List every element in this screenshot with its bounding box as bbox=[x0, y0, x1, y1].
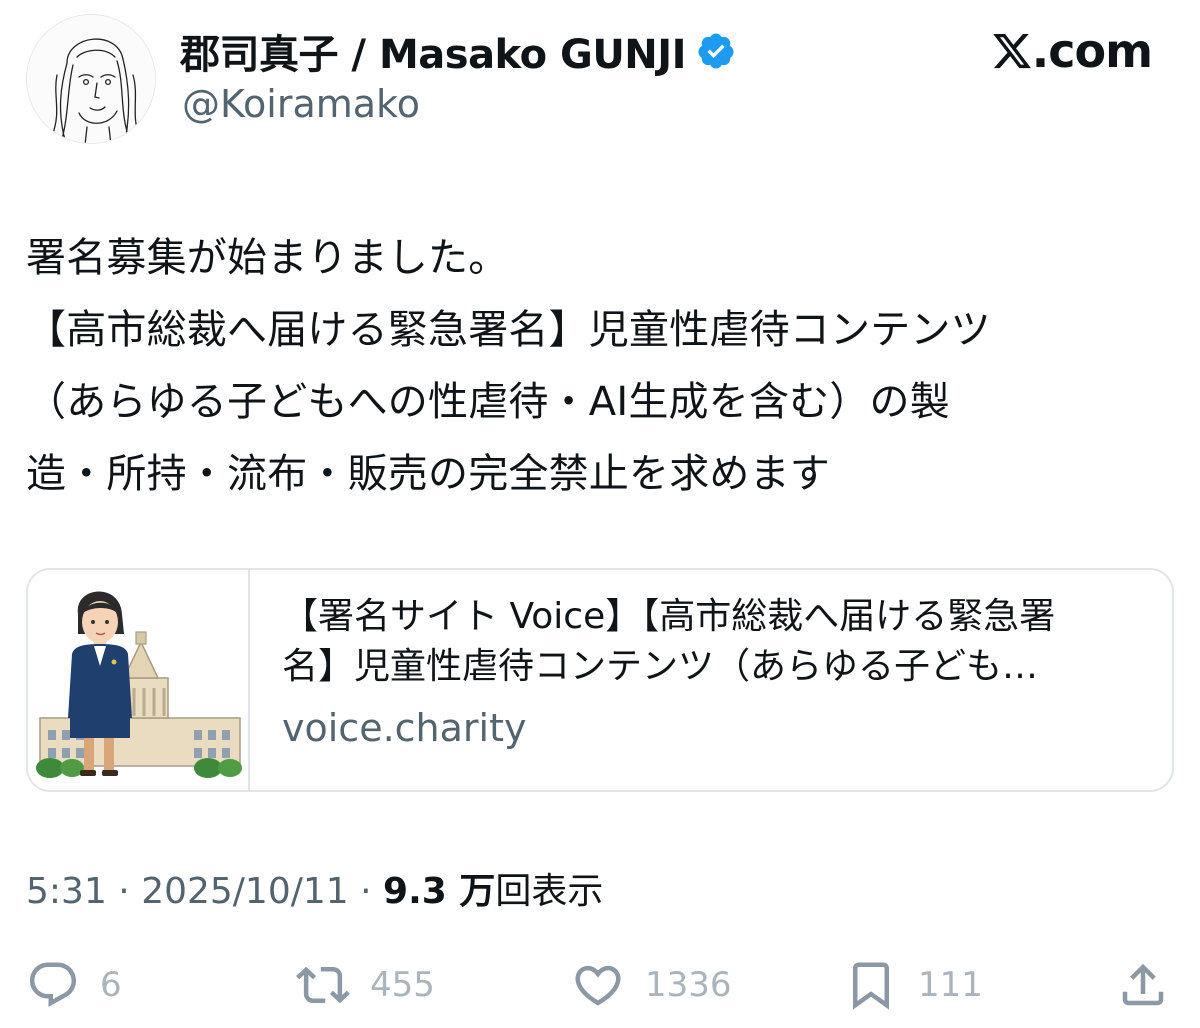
link-card-body[interactable]: 【署名サイト Voice】【高市総裁へ届ける緊急署 名】児童性虐待コンテンツ（あ… bbox=[250, 570, 1172, 790]
politician-parliament-illustration-icon bbox=[36, 591, 242, 778]
retweet-icon bbox=[296, 966, 350, 1004]
bookmark-button[interactable]: 111 bbox=[844, 958, 983, 1012]
tweet-text-line: 【高市総裁へ届ける緊急署名】児童性虐待コンテンツ bbox=[26, 307, 991, 353]
tweet-date[interactable]: 2025/10/11 bbox=[141, 871, 349, 912]
reply-button[interactable]: 6 bbox=[26, 958, 122, 1012]
tweet-meta: 5:31 · 2025/10/11 · 9.3 万回表示 bbox=[26, 862, 603, 914]
tweet-text-line: 署名募集が始まりました。 bbox=[26, 235, 509, 281]
author-handle[interactable]: @Koiramako bbox=[182, 82, 420, 126]
like-count: 1336 bbox=[645, 965, 732, 1005]
reply-count: 6 bbox=[100, 965, 122, 1005]
reply-icon bbox=[29, 962, 77, 1007]
tweet-text: 署名募集が始まりました。 【高市総裁へ届ける緊急署名】児童性虐待コンテンツ （あ… bbox=[26, 222, 1176, 510]
x-brand-text: .com bbox=[1031, 24, 1153, 78]
link-preview-card[interactable]: 【署名サイト Voice】【高市総裁へ届ける緊急署 名】児童性虐待コンテンツ（あ… bbox=[26, 568, 1174, 792]
x-logo-icon bbox=[991, 30, 1033, 72]
meta-separator: · bbox=[348, 871, 384, 912]
views-count: 9.3 万 bbox=[383, 871, 496, 912]
share-button[interactable] bbox=[1116, 958, 1170, 1012]
x-brand: .com bbox=[991, 24, 1153, 78]
link-card-title-line: 名】児童性虐待コンテンツ（あらゆる子ども… bbox=[282, 646, 1039, 687]
heart-icon bbox=[575, 965, 621, 1006]
tweet-screenshot: 郡司真子 / Masako GUNJI @Koiramako .com 署名募集… bbox=[0, 0, 1200, 1028]
action-bar: 6 455 1336 111 bbox=[26, 958, 1176, 1018]
link-card-domain: voice.charity bbox=[282, 706, 527, 750]
display-name-text: 郡司真子 / Masako GUNJI bbox=[180, 32, 687, 78]
retweet-count: 455 bbox=[370, 965, 435, 1005]
bookmark-count: 111 bbox=[918, 965, 983, 1005]
share-icon bbox=[1122, 963, 1164, 1006]
tweet-text-line: 造・所持・流布・販売の完全禁止を求めます bbox=[26, 451, 830, 497]
avatar-drawing-icon bbox=[27, 15, 155, 143]
tweet-text-line: （あらゆる子どもへの性虐待・AI生成を含む）の製 bbox=[26, 379, 950, 425]
retweet-button[interactable]: 455 bbox=[296, 958, 435, 1012]
views-label: 回表示 bbox=[495, 871, 604, 912]
author-avatar[interactable] bbox=[26, 14, 156, 144]
verified-badge-icon bbox=[696, 31, 736, 71]
bookmark-icon bbox=[853, 962, 889, 1010]
meta-separator: · bbox=[106, 871, 142, 912]
like-button[interactable]: 1336 bbox=[571, 958, 732, 1012]
link-card-thumbnail bbox=[28, 570, 250, 790]
author-display-name[interactable]: 郡司真子 / Masako GUNJI bbox=[180, 22, 736, 80]
tweet-time[interactable]: 5:31 bbox=[26, 871, 107, 912]
link-card-title-line: 【署名サイト Voice】【高市総裁へ届ける緊急署 bbox=[282, 596, 1056, 637]
